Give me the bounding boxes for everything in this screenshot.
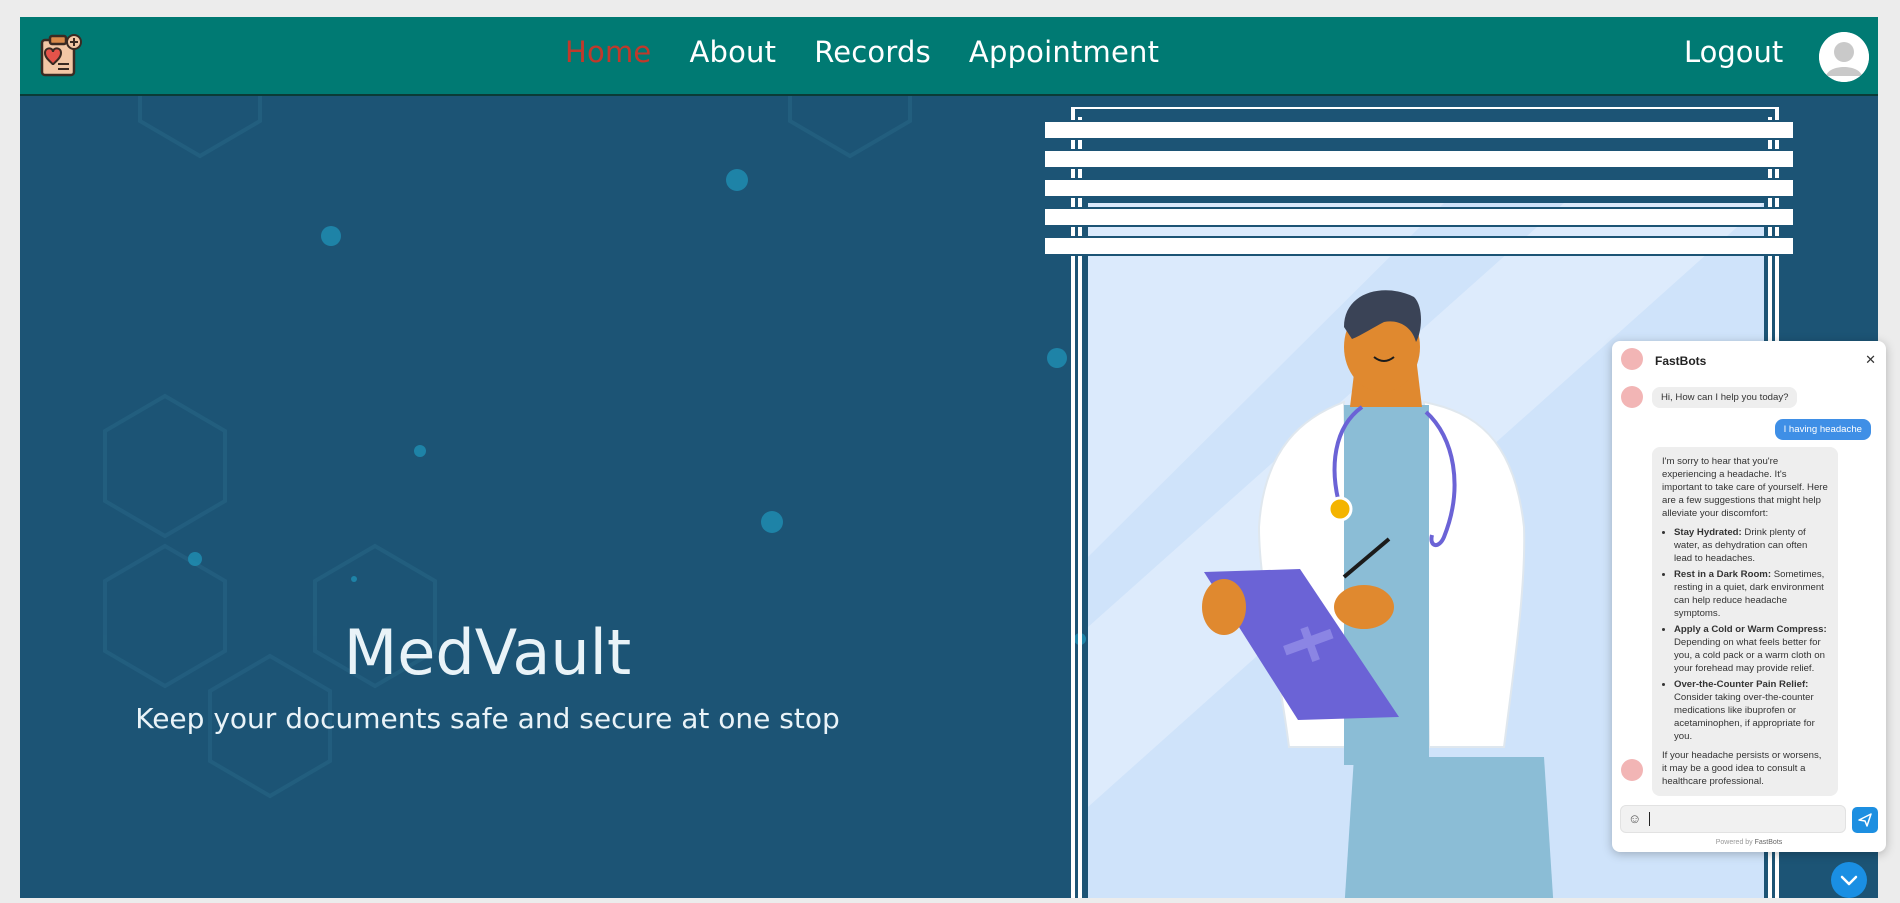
list-item: Rest in a Dark Room: Sometimes, resting … — [1674, 568, 1828, 620]
bot-reply-message: I'm sorry to hear that you're experienci… — [1652, 447, 1838, 796]
bot-greeting-text: Hi, How can I help you today? — [1661, 392, 1789, 403]
bot-reply-tips: Stay Hydrated: Drink plenty of water, as… — [1662, 526, 1828, 743]
send-button[interactable] — [1852, 807, 1878, 833]
text-cursor — [1649, 812, 1650, 826]
chevron-down-icon — [1840, 875, 1858, 886]
hero-subtitle: Keep your documents safe and secure at o… — [135, 702, 840, 735]
powered-prefix: Powered by — [1715, 839, 1753, 846]
app-frame: Home About Records Appointment Logout Me… — [20, 17, 1878, 898]
send-icon — [1858, 813, 1872, 827]
powered-by-footer: Powered by FastBots — [1612, 839, 1886, 846]
tip-title: Over-the-Counter Pain Relief: — [1674, 679, 1809, 690]
close-icon[interactable]: ✕ — [1865, 352, 1876, 368]
scroll-down-button[interactable] — [1831, 862, 1867, 898]
nav-about-link[interactable]: About — [689, 35, 776, 69]
user-message-text: I having headache — [1783, 424, 1862, 435]
bot-greeting-message: Hi, How can I help you today? — [1652, 387, 1798, 408]
powered-brand-link[interactable]: FastBots — [1755, 839, 1783, 846]
chat-bot-name: FastBots — [1655, 354, 1707, 368]
bot-avatar-icon — [1621, 759, 1643, 781]
main-nav: Home About Records Appointment — [565, 35, 1159, 69]
chat-widget: FastBots ✕ Hi, How can I help you today?… — [1612, 341, 1886, 852]
bot-reply-outro: If your headache persists or worsens, it… — [1662, 750, 1822, 787]
hero-title: MedVault — [343, 616, 632, 689]
top-navbar: Home About Records Appointment Logout — [20, 17, 1878, 96]
bot-avatar-icon — [1621, 348, 1643, 370]
nav-home-link[interactable]: Home — [565, 35, 651, 69]
user-avatar-icon[interactable] — [1819, 32, 1869, 82]
bot-reply-intro: I'm sorry to hear that you're experienci… — [1662, 456, 1828, 519]
nav-appointment-link[interactable]: Appointment — [969, 35, 1159, 69]
user-message: I having headache — [1774, 419, 1871, 440]
emoji-icon[interactable]: ☺ — [1628, 811, 1641, 826]
list-item: Over-the-Counter Pain Relief: Consider t… — [1674, 678, 1828, 743]
tip-title: Rest in a Dark Room: — [1674, 569, 1772, 580]
bot-avatar-icon — [1621, 386, 1643, 408]
chat-header: FastBots ✕ — [1612, 341, 1886, 377]
chat-message-input[interactable]: ☺ — [1620, 805, 1846, 833]
tip-title: Apply a Cold or Warm Compress: — [1674, 624, 1827, 635]
nav-records-link[interactable]: Records — [814, 35, 931, 69]
tip-text: Consider taking over-the-counter medicat… — [1674, 692, 1815, 742]
list-item: Stay Hydrated: Drink plenty of water, as… — [1674, 526, 1828, 565]
list-item: Apply a Cold or Warm Compress: Depending… — [1674, 623, 1828, 675]
tip-text: Depending on what feels better for you, … — [1674, 637, 1825, 674]
tip-title: Stay Hydrated: — [1674, 527, 1742, 538]
medical-clipboard-heart-icon[interactable] — [36, 31, 84, 79]
logout-link[interactable]: Logout — [1684, 35, 1783, 69]
